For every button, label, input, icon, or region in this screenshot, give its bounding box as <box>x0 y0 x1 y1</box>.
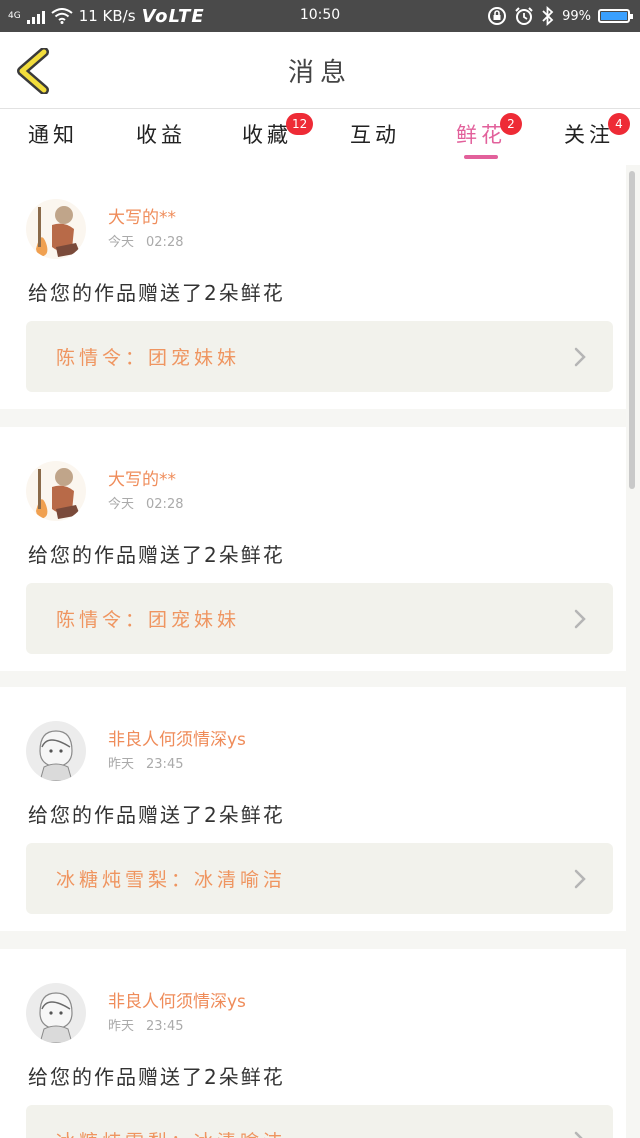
work-link[interactable]: 陈情令：团宠妹妹 <box>26 583 613 654</box>
rotation-lock-icon <box>488 7 507 25</box>
user-avatar[interactable] <box>26 983 86 1043</box>
page-title: 消息 <box>287 58 352 88</box>
list-item: 大写的** 今天 02:28 给您的作品赠送了2朵鲜花 陈情令：团宠妹妹 <box>0 165 626 409</box>
message-text: 给您的作品赠送了2朵鲜花 <box>28 1065 285 1089</box>
work-title: 陈情令：团宠妹妹 <box>56 347 241 369</box>
list-item: 大写的** 今天 02:28 给您的作品赠送了2朵鲜花 陈情令：团宠妹妹 <box>0 427 626 671</box>
message-clock: 23:45 <box>146 1019 184 1034</box>
status-bar: 4G 11 KB/s VoLTE 10:50 99% <box>0 0 640 32</box>
chevron-right-icon <box>574 869 586 889</box>
list-item: 非良人何须情深ys 昨天 23:45 给您的作品赠送了2朵鲜花 冰糖炖雪梨：冰清喻… <box>0 687 626 931</box>
tab-label: 互动 <box>350 123 400 147</box>
work-link[interactable]: 冰糖炖雪梨：冰清喻洁 <box>26 1105 613 1138</box>
message-date: 昨天 <box>108 757 135 772</box>
username[interactable]: 大写的** <box>108 465 176 490</box>
user-avatar[interactable] <box>26 461 86 521</box>
work-title: 冰糖炖雪梨：冰清喻洁 <box>56 1127 286 1138</box>
message-date: 今天 <box>108 235 135 250</box>
tab-label: 关注 <box>564 123 614 147</box>
tab-earnings[interactable]: 收益 <box>116 119 206 165</box>
scrollbar[interactable] <box>629 171 635 489</box>
username[interactable]: 大写的** <box>108 203 176 228</box>
tab-label: 收益 <box>136 123 186 147</box>
alarm-icon <box>515 7 533 25</box>
tab-badge-following: 4 <box>608 113 630 135</box>
message-date: 今天 <box>108 497 135 512</box>
tab-label: 通知 <box>28 123 78 147</box>
chevron-right-icon <box>574 1131 583 1138</box>
message-clock: 02:28 <box>146 235 184 250</box>
message-time: 昨天 23:45 <box>108 753 183 772</box>
message-text: 给您的作品赠送了2朵鲜花 <box>28 281 285 305</box>
username[interactable]: 非良人何须情深ys <box>108 987 246 1012</box>
chevron-right-icon <box>574 609 586 629</box>
work-title: 冰糖炖雪梨：冰清喻洁 <box>56 869 287 891</box>
nav-header: 消息 <box>0 32 640 109</box>
message-time: 今天 02:28 <box>108 493 183 512</box>
tab-following[interactable]: 关注 4 <box>544 113 634 165</box>
username[interactable]: 非良人何须情深ys <box>108 725 246 750</box>
tab-badge-favorites: 12 <box>286 113 314 135</box>
tab-favorites[interactable]: 收藏 12 <box>222 113 314 165</box>
message-date: 昨天 <box>108 1019 135 1034</box>
work-link[interactable]: 陈情令：团宠妹妹 <box>26 321 613 392</box>
tab-bar: 通知 收益 收藏 12 互动 鲜花 2 关注 4 <box>0 109 640 165</box>
message-list[interactable]: 大写的** 今天 02:28 给您的作品赠送了2朵鲜花 陈情令：团宠妹妹 大写的*… <box>0 165 640 1138</box>
message-time: 今天 02:28 <box>108 231 183 250</box>
battery-icon <box>598 9 633 23</box>
message-clock: 23:45 <box>146 757 184 772</box>
chevron-right-icon <box>574 347 586 367</box>
user-avatar[interactable] <box>26 721 86 781</box>
message-time: 昨天 23:45 <box>108 1015 183 1034</box>
tab-badge-flowers: 2 <box>500 113 522 135</box>
tab-label: 鲜花 <box>456 123 506 147</box>
work-link[interactable]: 冰糖炖雪梨：冰清喻洁 <box>26 843 613 914</box>
tab-interactions[interactable]: 互动 <box>330 119 420 165</box>
tab-label: 收藏 <box>242 123 292 147</box>
tab-flowers[interactable]: 鲜花 2 <box>436 113 526 165</box>
message-text: 给您的作品赠送了2朵鲜花 <box>28 803 285 827</box>
tab-notifications[interactable]: 通知 <box>8 119 98 165</box>
list-item: 非良人何须情深ys 昨天 23:45 给您的作品赠送了2朵鲜花 冰糖炖雪梨：冰清喻… <box>0 949 626 1138</box>
message-text: 给您的作品赠送了2朵鲜花 <box>28 543 285 567</box>
message-clock: 02:28 <box>146 497 184 512</box>
bluetooth-icon <box>542 6 554 26</box>
status-right: 99% <box>487 5 633 27</box>
battery-percent: 99% <box>562 8 591 24</box>
user-avatar[interactable] <box>26 199 86 259</box>
active-tab-indicator <box>464 155 498 159</box>
battery-level <box>601 12 627 20</box>
work-title: 陈情令：团宠妹妹 <box>56 609 241 631</box>
